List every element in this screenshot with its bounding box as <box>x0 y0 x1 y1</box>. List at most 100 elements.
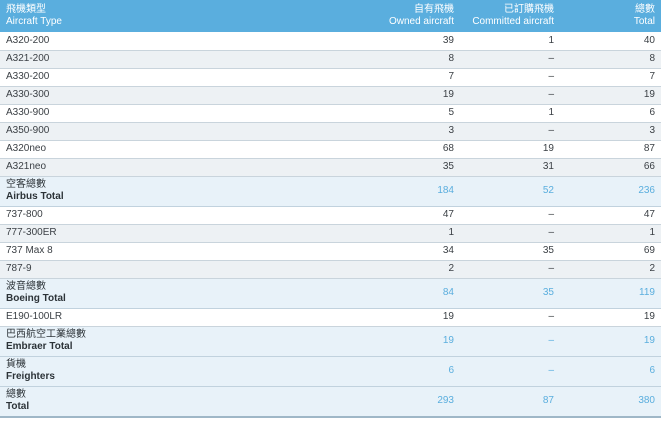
total-cell: 236 <box>638 185 655 196</box>
committed-cell: 35 <box>542 245 554 256</box>
subtotal-label-en: Boeing Total <box>6 293 66 304</box>
table-row: 787-9 2 – 2 <box>0 260 661 278</box>
total-cell: 19 <box>643 311 655 322</box>
owned-cell: 3 <box>448 125 454 136</box>
fleet-table: 飛機類型 Aircraft Type 自有飛機 Owned aircraft 已… <box>0 0 661 418</box>
owned-cell: 2 <box>448 263 454 274</box>
subtotal-label-en: Embraer Total <box>6 341 73 352</box>
header-owned-zh: 自有飛機 <box>414 4 454 15</box>
header-total-en: Total <box>633 16 655 27</box>
owned-cell: 19 <box>442 335 454 346</box>
header-total: 總數 Total <box>560 0 661 32</box>
owned-cell: 184 <box>437 185 454 196</box>
table-row: 737-800 47 – 47 <box>0 206 661 224</box>
table-row: A320neo 68 19 87 <box>0 140 661 158</box>
table-row: A321-200 8 – 8 <box>0 50 661 68</box>
committed-cell: – <box>548 53 554 64</box>
aircraft-type-cell: 737 Max 8 <box>6 245 53 256</box>
owned-cell: 68 <box>442 143 454 154</box>
owned-cell: 1 <box>448 227 454 238</box>
aircraft-type-cell: 737-800 <box>6 209 43 220</box>
total-cell: 6 <box>649 107 655 118</box>
owned-cell: 19 <box>442 89 454 100</box>
subtotal-label: 巴西航空工業總數 Embraer Total <box>0 326 360 356</box>
header-owned: 自有飛機 Owned aircraft <box>360 0 460 32</box>
aircraft-type-cell: E190-100LR <box>6 311 63 322</box>
table-row: A350-900 3 – 3 <box>0 122 661 140</box>
committed-cell: 52 <box>542 185 554 196</box>
subtotal-label: 貨機 Freighters <box>0 356 360 386</box>
committed-cell: 31 <box>542 161 554 172</box>
aircraft-type-cell: A321-200 <box>6 53 50 64</box>
owned-cell: 47 <box>442 209 454 220</box>
table-row: A321neo 35 31 66 <box>0 158 661 176</box>
table-row: A320-200 39 1 40 <box>0 32 661 50</box>
subtotal-row: 巴西航空工業總數 Embraer Total 19 – 19 <box>0 326 661 356</box>
total-cell: 1 <box>649 227 655 238</box>
header-committed-zh: 已訂購飛機 <box>504 4 554 15</box>
subtotal-label-zh: 總數 <box>6 389 26 401</box>
owned-cell: 7 <box>448 71 454 82</box>
committed-cell: – <box>548 71 554 82</box>
total-cell: 19 <box>643 335 655 346</box>
table-row: 737 Max 8 34 35 69 <box>0 242 661 260</box>
owned-cell: 19 <box>442 311 454 322</box>
total-cell: 19 <box>643 89 655 100</box>
subtotal-label-zh: 空客總數 <box>6 179 46 190</box>
committed-cell: – <box>548 311 554 322</box>
header-row: 飛機類型 Aircraft Type 自有飛機 Owned aircraft 已… <box>0 0 661 32</box>
committed-cell: – <box>548 125 554 136</box>
subtotal-label-en: Freighters <box>6 371 55 382</box>
total-cell: 6 <box>649 365 655 376</box>
table-header: 飛機類型 Aircraft Type 自有飛機 Owned aircraft 已… <box>0 0 661 32</box>
subtotal-label-en: Airbus Total <box>6 191 64 202</box>
owned-cell: 8 <box>448 53 454 64</box>
subtotal-label-zh: 貨機 <box>6 359 26 370</box>
subtotal-row: 波音總數 Boeing Total 84 35 119 <box>0 278 661 308</box>
table-row: E190-100LR 19 – 19 <box>0 308 661 326</box>
committed-cell: – <box>548 335 554 346</box>
header-owned-en: Owned aircraft <box>388 16 454 27</box>
total-cell: 66 <box>643 161 655 172</box>
table-row: A330-900 5 1 6 <box>0 104 661 122</box>
subtotal-label: 總數 Total <box>0 386 360 417</box>
owned-cell: 34 <box>442 245 454 256</box>
subtotal-label-en: Total <box>6 401 30 413</box>
total-cell: 69 <box>643 245 655 256</box>
aircraft-type-cell: A320-200 <box>6 34 50 46</box>
aircraft-type-cell: A330-200 <box>6 71 50 82</box>
committed-cell: 87 <box>542 395 554 407</box>
aircraft-type-cell: 787-9 <box>6 263 32 274</box>
owned-cell: 39 <box>442 34 454 46</box>
subtotal-row: 空客總數 Airbus Total 184 52 236 <box>0 176 661 206</box>
committed-cell: – <box>548 209 554 220</box>
table-row: A330-200 7 – 7 <box>0 68 661 86</box>
total-cell: 380 <box>638 395 655 407</box>
subtotal-row: 貨機 Freighters 6 – 6 <box>0 356 661 386</box>
subtotal-label-zh: 巴西航空工業總數 <box>6 329 86 340</box>
subtotal-label-zh: 波音總數 <box>6 281 46 292</box>
header-committed: 已訂購飛機 Committed aircraft <box>460 0 560 32</box>
owned-cell: 5 <box>448 107 454 118</box>
subtotal-label: 波音總數 Boeing Total <box>0 278 360 308</box>
total-cell: 7 <box>649 71 655 82</box>
table-row: 777-300ER 1 – 1 <box>0 224 661 242</box>
header-aircraft-type-zh: 飛機類型 <box>6 4 46 15</box>
total-cell: 8 <box>649 53 655 64</box>
header-aircraft-type-en: Aircraft Type <box>6 16 62 27</box>
aircraft-type-cell: A320neo <box>6 143 47 154</box>
owned-cell: 293 <box>437 395 454 407</box>
header-aircraft-type: 飛機類型 Aircraft Type <box>0 0 360 32</box>
aircraft-type-cell: A330-900 <box>6 107 50 118</box>
owned-cell: 6 <box>448 365 454 376</box>
aircraft-type-cell: A321neo <box>6 161 47 172</box>
committed-cell: 1 <box>548 107 554 118</box>
total-cell: 40 <box>643 34 655 46</box>
table-body: A320-200 39 1 40 A321-200 8–8 A330-200 7–7 A330-… <box>0 32 661 417</box>
subtotal-label: 空客總數 Airbus Total <box>0 176 360 206</box>
committed-cell: – <box>548 365 554 376</box>
header-committed-en: Committed aircraft <box>472 16 554 27</box>
total-cell: 87 <box>643 143 655 154</box>
table-row: A330-300 19 – 19 <box>0 86 661 104</box>
committed-cell: – <box>548 89 554 100</box>
